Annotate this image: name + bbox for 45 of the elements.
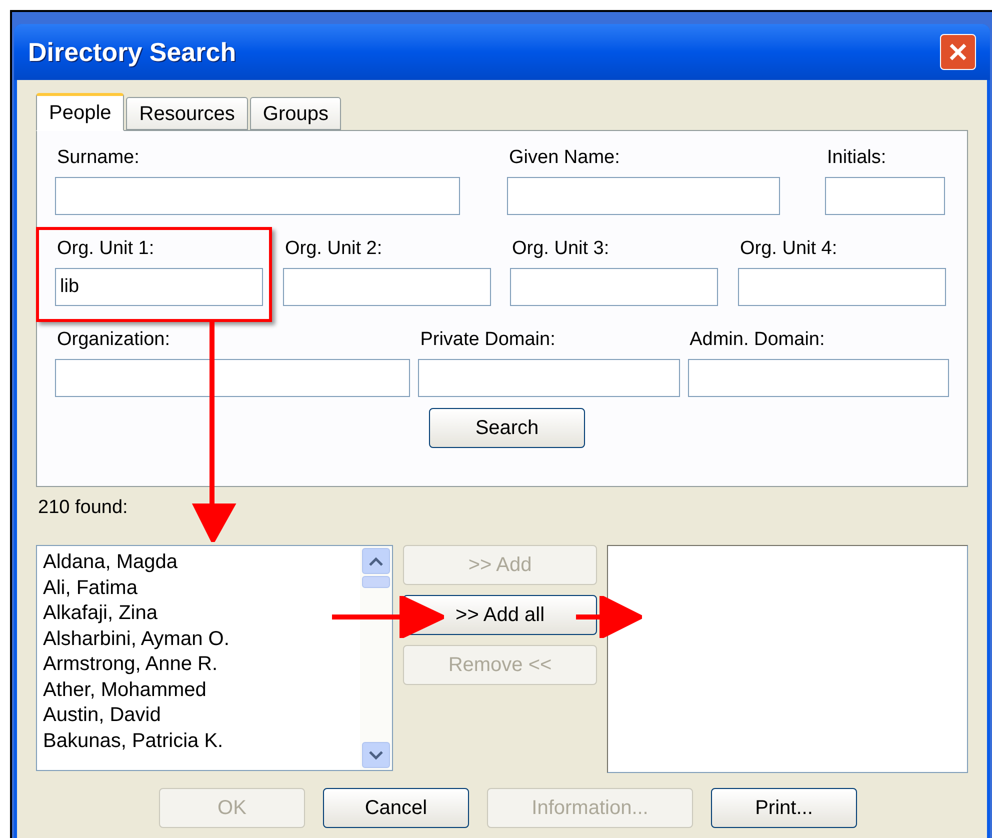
tab[interactable]: Groups <box>250 97 342 130</box>
input-field[interactable] <box>418 359 680 397</box>
list-item[interactable]: Alkafaji, Zina <box>43 601 360 626</box>
list-item[interactable]: Austin, David <box>43 703 360 728</box>
field-label: Organization: <box>56 328 170 352</box>
list-item[interactable]: Bakunas, Patricia K. <box>43 728 360 754</box>
input-field[interactable] <box>510 268 718 306</box>
list-item[interactable]: Ali, Fatima <box>43 576 360 601</box>
input-field[interactable]: lib <box>55 268 263 306</box>
list-item[interactable]: Alsharbini, Ayman O. <box>43 626 360 652</box>
tab[interactable]: People <box>36 93 124 131</box>
input-field[interactable] <box>55 359 410 397</box>
field-label: Given Name: <box>508 146 620 170</box>
input-field[interactable] <box>507 177 780 215</box>
input-field[interactable] <box>55 177 460 215</box>
field-label: Org. Unit 4: <box>739 237 838 261</box>
field-label: Surname: <box>56 146 140 170</box>
button[interactable]: Cancel <box>323 788 469 828</box>
field-label: Org. Unit 1: <box>56 237 154 261</box>
button[interactable]: Search <box>429 408 585 448</box>
field-label: Org. Unit 3: <box>511 237 610 261</box>
window-title: Directory Search <box>28 36 236 68</box>
button[interactable]: Print... <box>711 788 857 828</box>
scroll-up-button[interactable] <box>362 548 390 574</box>
list-item[interactable]: Armstrong, Anne R. <box>43 652 360 678</box>
input-field[interactable] <box>283 268 491 306</box>
arrow-drawing <box>576 596 642 638</box>
scroll-down-button[interactable] <box>362 742 390 768</box>
chevron-down-icon <box>369 750 384 760</box>
chevron-up-icon <box>369 556 384 566</box>
scroll-thumb[interactable] <box>362 576 390 588</box>
close-button[interactable] <box>940 34 976 70</box>
list-item[interactable]: Aldana, Magda <box>43 550 360 576</box>
field-label: Private Domain: <box>419 328 556 352</box>
list-item[interactable]: Ather, Mohammed <box>43 678 360 703</box>
scrollbar[interactable] <box>360 546 392 770</box>
field-label: Admin. Domain: <box>688 328 825 352</box>
input-field[interactable] <box>738 268 946 306</box>
tab[interactable]: Resources <box>126 97 248 130</box>
results-count: 210 found: <box>37 496 128 520</box>
input-field[interactable] <box>688 359 949 397</box>
close-icon <box>948 42 968 62</box>
input-field[interactable] <box>825 177 945 215</box>
field-label: Initials: <box>826 146 886 170</box>
field-label: Org. Unit 2: <box>284 237 382 261</box>
